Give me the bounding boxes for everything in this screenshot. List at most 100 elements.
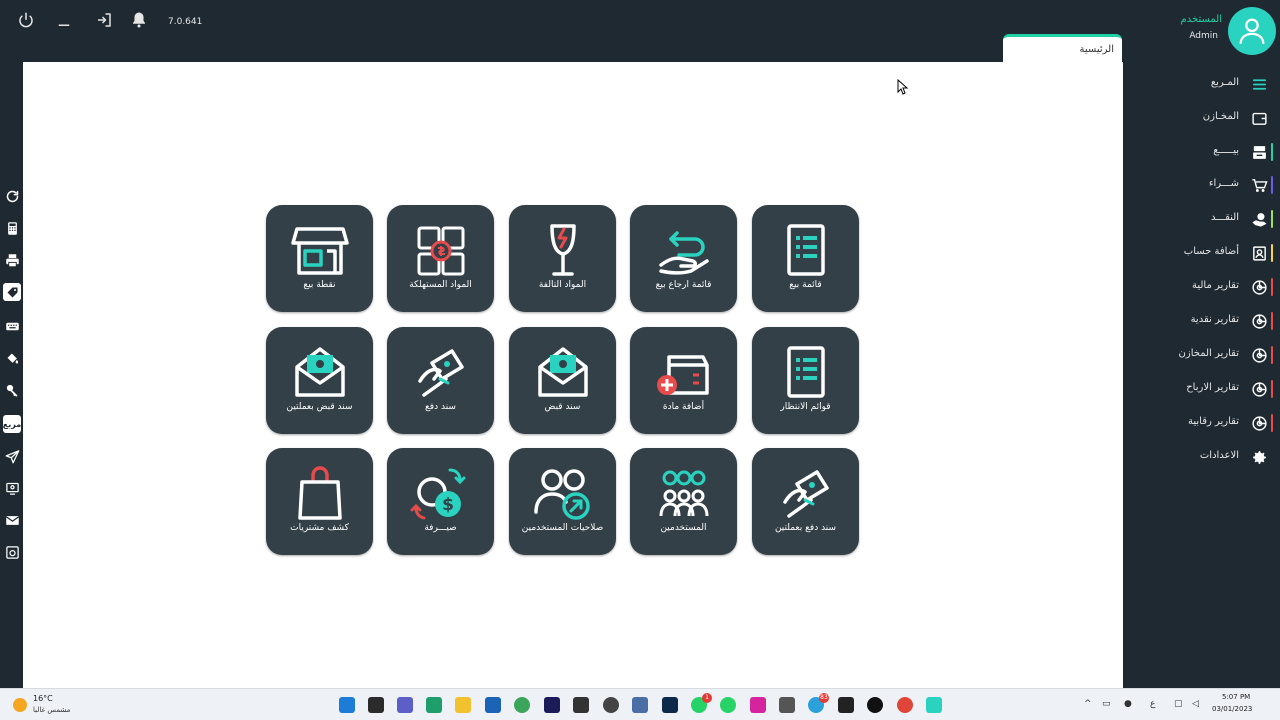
file-explorer-icon[interactable] [455,697,471,713]
settings-app-icon[interactable] [632,697,648,713]
settings-gear-icon [1250,448,1268,466]
sidebar-item-label: تقارير مالية [1191,280,1239,291]
media-app-icon[interactable] [603,697,619,713]
notes-app-icon[interactable] [573,697,589,713]
tab-home[interactable]: الرئيسية [1003,34,1122,62]
edge-browser-icon[interactable] [426,697,442,713]
tile-purchases-statement[interactable]: كشف مشتريات [266,448,373,555]
sidebar-item-label: بيـــــع [1213,145,1239,156]
sidebar-item[interactable]: تقارير نقدية [1123,308,1280,334]
tile-receipt-voucher[interactable]: سند قبض [509,327,616,434]
key-icon[interactable] [3,381,21,399]
sidebar-item-label: تقارير الارباح [1186,382,1239,393]
sidebar-item[interactable]: النقـــد [1123,206,1280,232]
tiktok-icon[interactable] [867,697,883,713]
epic-games-icon[interactable] [838,697,854,713]
tile-currency-exchange[interactable]: $ صيـــرفة [387,448,494,555]
sidebar-item[interactable]: تقارير مالية [1123,274,1280,300]
tile-consumed-items[interactable]: المواد المستهلكة [387,205,494,312]
sidebar-item[interactable]: بيـــــع [1123,139,1280,165]
photoshop-icon[interactable] [662,697,678,713]
instagram-icon[interactable] [750,697,766,713]
store-icon[interactable] [485,697,501,713]
sidebar-item[interactable]: المخـازن [1123,105,1280,131]
tray-network-icon[interactable]: ▢ [1174,699,1185,710]
calculator-icon[interactable] [3,219,21,237]
sidebar-item[interactable]: المـربع [1123,71,1280,97]
power-icon[interactable] [15,9,37,31]
mail-icon[interactable] [3,511,21,529]
refresh-icon[interactable] [3,187,21,205]
tile-add-item[interactable]: أضافة مادة [630,327,737,434]
telegram-icon[interactable]: 83 [808,693,829,713]
tile-user-permissions[interactable]: صلاحيات المستخدمين [509,448,616,555]
tile-sales-invoice[interactable]: قائمة بيع [752,205,859,312]
editor-app-icon[interactable] [779,697,795,713]
tile-users[interactable]: المستخدمين [630,448,737,555]
user-avatar[interactable] [1228,7,1276,55]
weather-sun-icon[interactable] [13,698,27,712]
sidebar-item-label: المخـازن [1202,111,1239,122]
premiere-icon[interactable] [544,697,560,713]
camera-icon[interactable] [3,543,21,561]
sidebar-item[interactable]: تقارير المخازن [1123,342,1280,368]
send-icon[interactable] [3,447,21,465]
tile-waiting-lists[interactable]: قوائم الانتظار [752,327,859,434]
tray-chevron-icon[interactable]: ^ [1084,699,1095,710]
minimize-icon[interactable] [53,9,75,31]
tile-receipt-two-currencies[interactable]: سند قبض بعملتين [266,327,373,434]
sidebar-item[interactable]: تقارير رقابية [1123,410,1280,436]
tray-volume-icon[interactable]: ◁ [1192,699,1203,710]
tile-point-of-sale[interactable]: نقطة بيع [266,205,373,312]
left-toolbar: مربع [0,62,23,688]
teams-chat-icon[interactable] [397,697,413,713]
tile-payment-two-currencies[interactable]: سند دفع بعملتين [752,448,859,555]
barcode-tag-icon[interactable] [3,283,21,301]
sidebar-item-label: المـربع [1210,77,1239,88]
whatsapp-business-icon[interactable] [720,697,736,713]
printer-icon[interactable] [3,251,21,269]
notification-bell-icon[interactable] [128,9,150,31]
keyboard-icon[interactable] [3,317,21,335]
sidebar-item[interactable]: تقارير الارباح [1123,376,1280,402]
monitor-icon[interactable] [3,479,21,497]
sidebar-item-accent-bar [1271,346,1273,364]
sidebar-item-label: النقـــد [1211,212,1239,223]
sidebar-item[interactable]: أضافة حساب [1123,240,1280,266]
tile-label: أضافة مادة [662,402,705,412]
paint-bucket-icon[interactable] [3,349,21,367]
sidebar-item-label: أضافة حساب [1183,246,1239,257]
pos-app-icon[interactable] [926,697,942,713]
sidebar-item-label: تقارير المخازن [1178,348,1239,359]
user-permissions-icon [534,469,590,520]
money-envelope-icon [295,347,345,397]
sidebar-item[interactable]: الاعدادات [1123,444,1280,470]
tray-language[interactable]: ع [1150,699,1161,710]
user-info: المستخدم Admin [1181,14,1222,41]
broken-glass-icon [550,224,576,276]
whatsapp-icon[interactable]: 1 [691,693,712,713]
wallet-icon [1250,109,1268,127]
app-window: 7.0.641 المستخدم Admin الرئيسية مربع قائ… [0,0,1280,720]
sidebar-item-accent-bar [1271,380,1273,398]
report-chart-icon [1250,414,1268,432]
pay-hand-icon [783,470,829,518]
logout-icon[interactable] [93,9,115,31]
tile-sales-return[interactable]: قائمة ارجاع بيع [630,205,737,312]
windows-start-icon[interactable] [339,697,355,713]
task-view-icon[interactable] [368,697,384,713]
sidebar-item-label: الاعدادات [1199,450,1239,461]
tile-payment-voucher[interactable]: سند دفع [387,327,494,434]
clock-date: 03/01/2023 [1212,705,1253,713]
sidebar-item[interactable]: شـــراء [1123,172,1280,198]
tray-keyboard-icon[interactable]: ▭ [1102,699,1113,710]
chrome-alt-icon[interactable] [897,697,913,713]
tray-mic-icon[interactable]: ● [1124,699,1135,710]
top-bar: 7.0.641 المستخدم Admin الرئيسية [0,0,1280,62]
square-box-button[interactable]: مربع [3,415,21,433]
chrome-icon[interactable] [514,697,530,713]
tile-label: سند قبض بعملتين [286,402,353,412]
sidebar-item-accent-bar [1271,278,1273,296]
system-tray: ^ ▭ ● ع ▢ ◁ [1080,697,1210,713]
tile-damaged-items[interactable]: المواد التالفة [509,205,616,312]
